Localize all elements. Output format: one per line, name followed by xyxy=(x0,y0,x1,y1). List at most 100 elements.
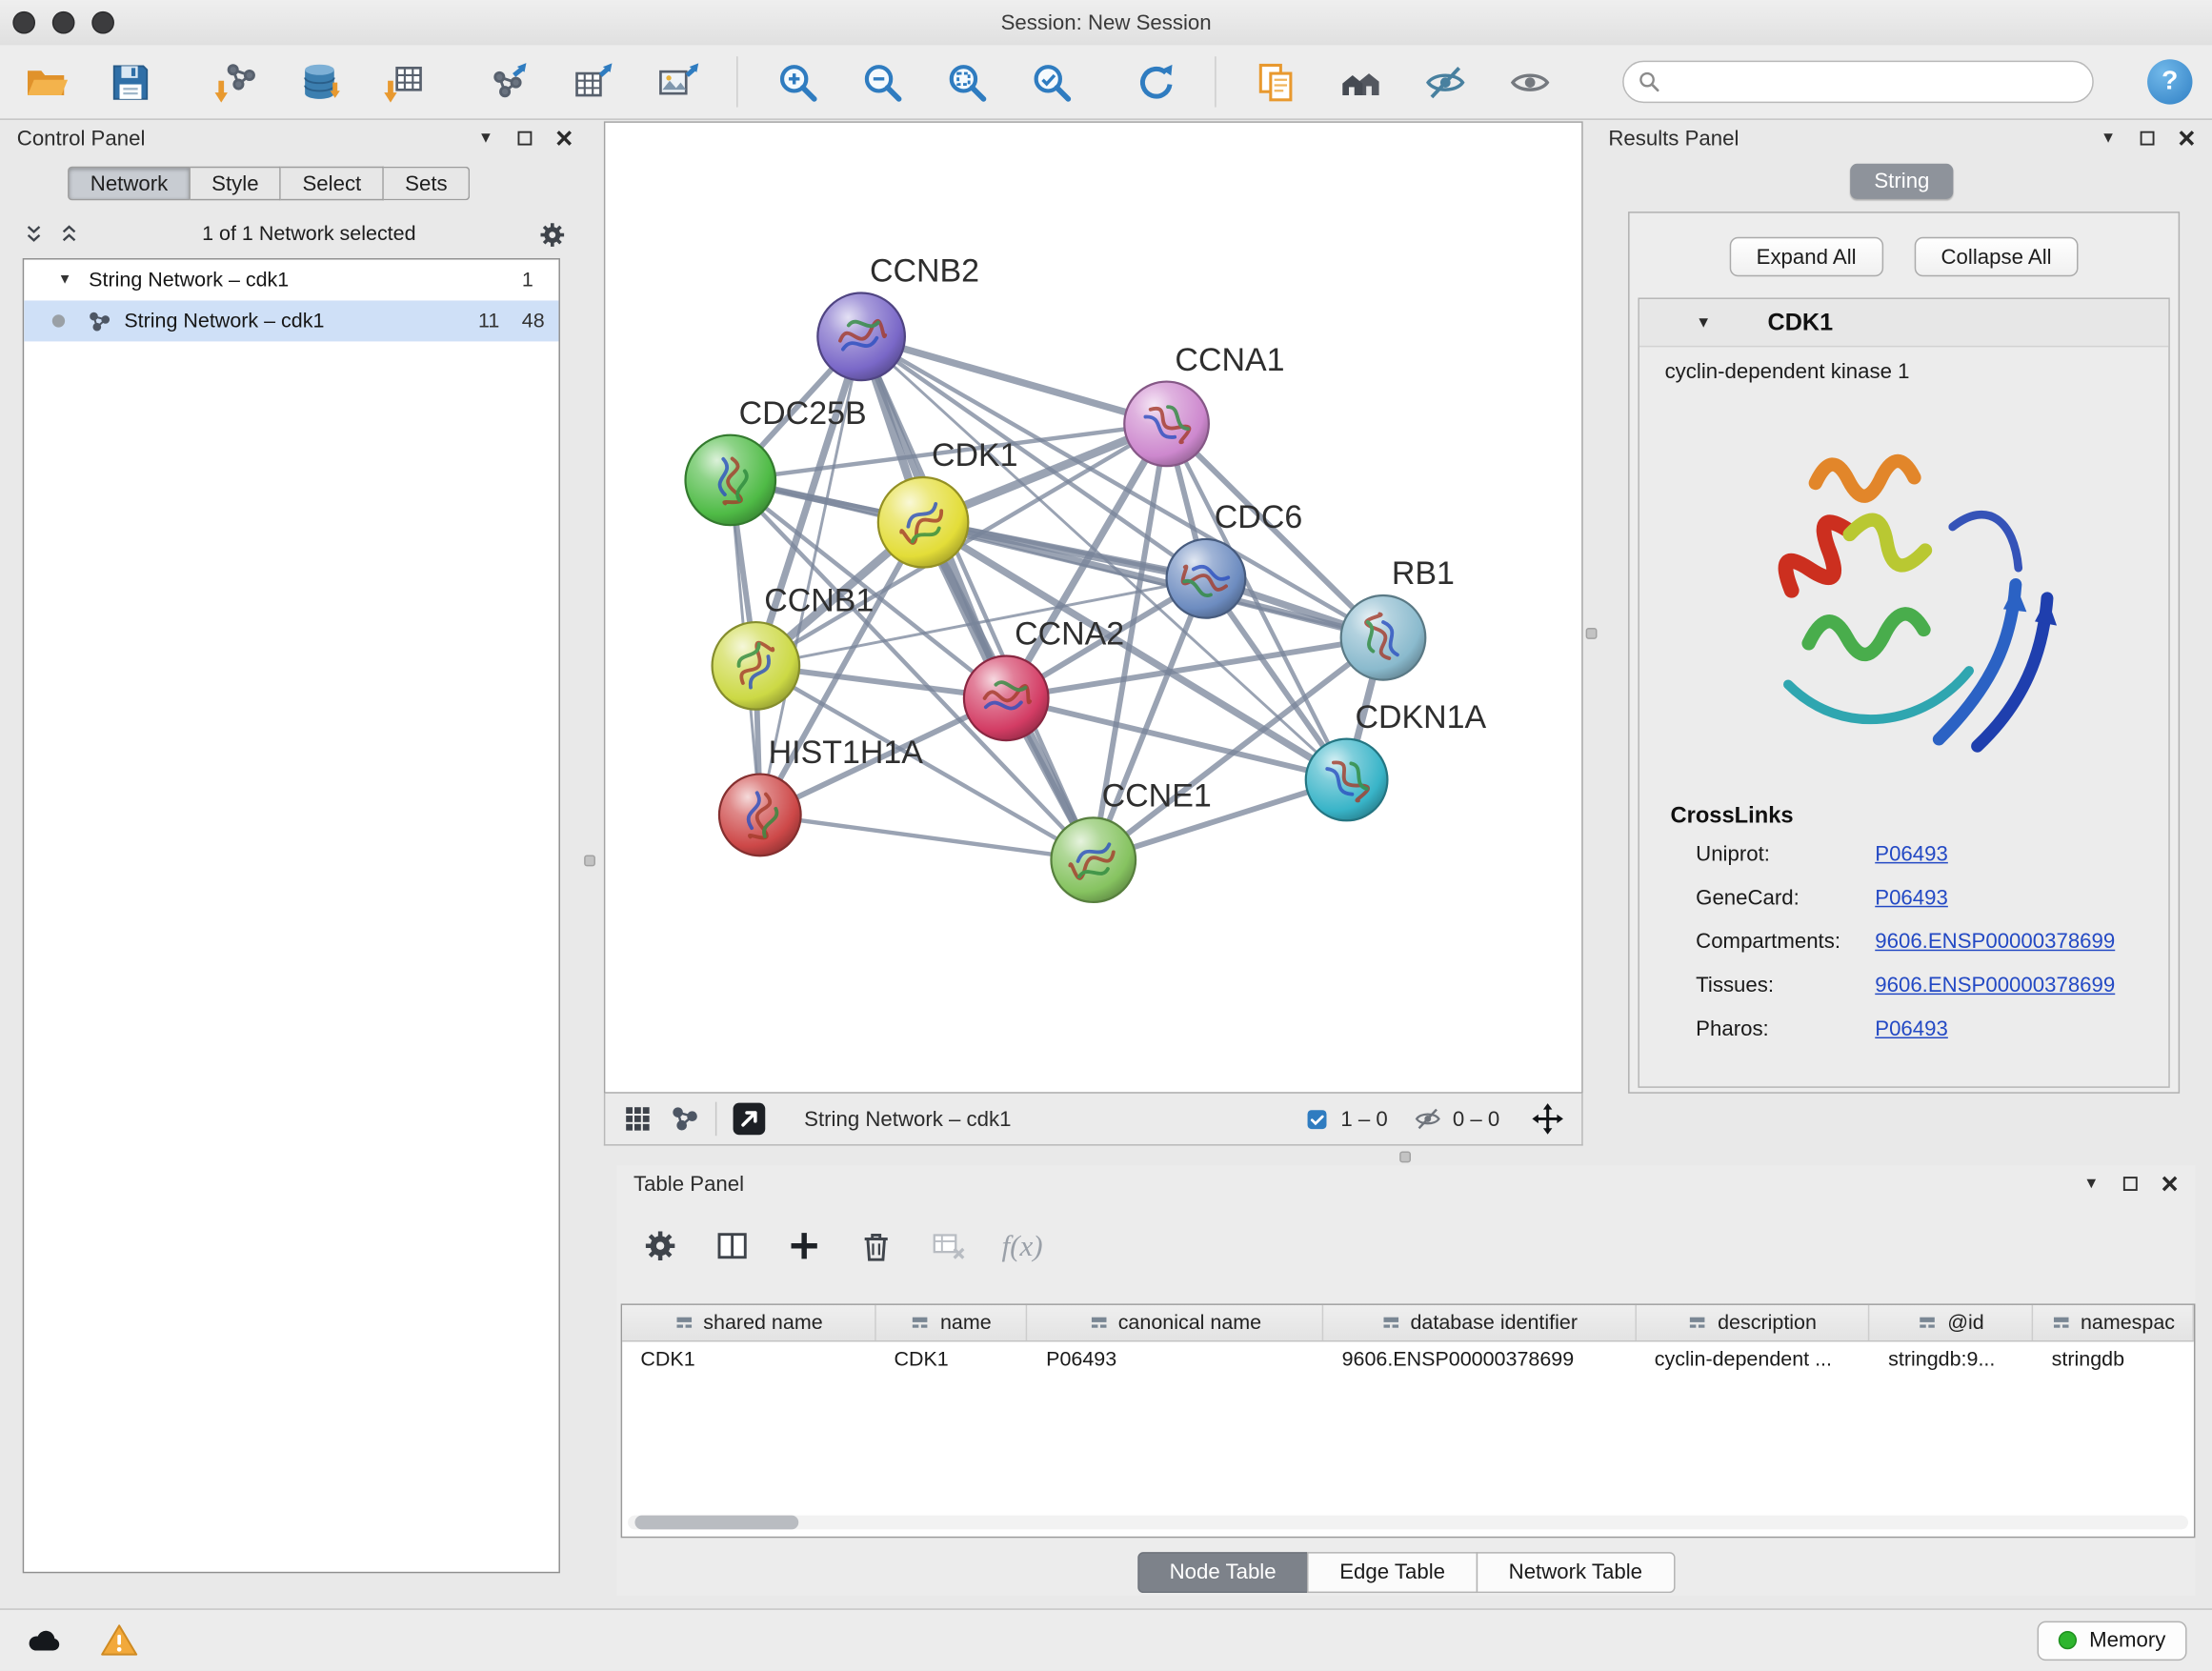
column-header-description[interactable]: description xyxy=(1637,1305,1870,1340)
memory-button[interactable]: Memory xyxy=(2037,1621,2186,1660)
network-node-CDC6[interactable]: CDC6 xyxy=(1167,499,1303,618)
network-node-HIST1H1A[interactable]: HIST1H1A xyxy=(719,735,923,856)
panel-menu-icon[interactable]: ▼ xyxy=(2101,130,2116,147)
close-panel-icon[interactable]: × xyxy=(2161,1169,2178,1198)
network-node-RB1[interactable]: RB1 xyxy=(1341,555,1455,679)
tab-sets[interactable]: Sets xyxy=(384,167,470,201)
column-header-shared-name[interactable]: shared name xyxy=(622,1305,875,1340)
save-session-button[interactable] xyxy=(105,55,155,109)
table-row[interactable]: CDK1CDK1P064939606.ENSP00000378699cyclin… xyxy=(622,1341,2194,1379)
network-node-CCNA1[interactable]: CCNA1 xyxy=(1124,342,1284,466)
help-button[interactable]: ? xyxy=(2147,59,2192,104)
network-edge[interactable] xyxy=(861,336,1094,859)
minimize-window-button[interactable] xyxy=(52,11,75,34)
cloud-icon[interactable] xyxy=(26,1621,64,1660)
network-node-CDKN1A[interactable]: CDKN1A xyxy=(1306,699,1487,820)
horizontal-splitter-grip[interactable] xyxy=(1399,1151,1411,1162)
panel-menu-icon[interactable]: ▼ xyxy=(2083,1176,2099,1193)
expand-all-icon[interactable] xyxy=(58,223,81,246)
vertical-splitter-grip[interactable] xyxy=(1586,628,1598,639)
table-tab-network-table[interactable]: Network Table xyxy=(1477,1552,1675,1593)
crosslink-value-link[interactable]: P06493 xyxy=(1875,886,1948,910)
hide-graphics-details-button[interactable] xyxy=(1419,55,1470,109)
home-button[interactable] xyxy=(1335,55,1385,109)
panel-menu-icon[interactable]: ▼ xyxy=(478,130,493,147)
import-network-file-button[interactable] xyxy=(209,55,259,109)
close-window-button[interactable] xyxy=(12,11,35,34)
network-node-CCNE1[interactable]: CCNE1 xyxy=(1051,778,1211,902)
tree-expand-icon[interactable]: ▼ xyxy=(58,272,72,288)
zoom-selected-button[interactable] xyxy=(1026,55,1076,109)
expand-all-button[interactable]: Expand All xyxy=(1729,237,1882,276)
tab-select[interactable]: Select xyxy=(281,167,384,201)
table-cell[interactable]: stringdb xyxy=(2033,1341,2194,1379)
table-options-gear-icon[interactable] xyxy=(642,1227,679,1264)
crosslink-value-link[interactable]: P06493 xyxy=(1875,1017,1948,1041)
import-table-button[interactable] xyxy=(378,55,429,109)
table-cell[interactable]: CDK1 xyxy=(622,1341,875,1379)
selected-checkbox-icon[interactable] xyxy=(1305,1107,1329,1131)
scrollbar-thumb[interactable] xyxy=(634,1516,798,1530)
table-cell[interactable]: P06493 xyxy=(1028,1341,1323,1379)
import-network-database-icon xyxy=(297,60,341,104)
crosslink-value-link[interactable]: P06493 xyxy=(1875,842,1948,866)
horizontal-scrollbar[interactable] xyxy=(628,1516,2188,1530)
function-builder-icon[interactable]: f(x) xyxy=(1002,1228,1043,1263)
export-table-button[interactable] xyxy=(567,55,617,109)
zoom-in-button[interactable] xyxy=(772,55,822,109)
tab-string[interactable]: String xyxy=(1850,164,1953,199)
float-panel-icon[interactable] xyxy=(2121,1174,2141,1194)
warning-icon[interactable] xyxy=(100,1621,138,1660)
export-network-button[interactable] xyxy=(483,55,533,109)
share-view-icon[interactable] xyxy=(670,1103,701,1135)
column-header-database-identifier[interactable]: database identifier xyxy=(1323,1305,1636,1340)
table-tab-edge-table[interactable]: Edge Table xyxy=(1307,1552,1478,1593)
collapse-all-icon[interactable] xyxy=(23,223,46,246)
column-header-name[interactable]: name xyxy=(875,1305,1028,1340)
add-column-icon[interactable] xyxy=(786,1227,823,1264)
close-panel-icon[interactable]: × xyxy=(555,124,573,153)
show-graphics-details-button[interactable] xyxy=(1504,55,1555,109)
hidden-eye-slash-icon[interactable] xyxy=(1413,1105,1441,1134)
vertical-splitter-grip[interactable] xyxy=(584,855,595,866)
show-columns-icon[interactable] xyxy=(714,1227,751,1264)
crosslink-value-link[interactable]: 9606.ENSP00000378699 xyxy=(1875,974,2115,997)
clipboard-button[interactable] xyxy=(1250,55,1300,109)
open-session-button[interactable] xyxy=(20,55,70,109)
network-node-CCNB1[interactable]: CCNB1 xyxy=(713,582,875,709)
network-options-gear-icon[interactable] xyxy=(537,219,567,249)
import-network-database-button[interactable] xyxy=(293,55,344,109)
tab-style[interactable]: Style xyxy=(191,167,281,201)
column-header-namespac[interactable]: namespac xyxy=(2033,1305,2194,1340)
tab-network[interactable]: Network xyxy=(68,167,191,201)
table-cell[interactable]: cyclin-dependent ... xyxy=(1636,1341,1869,1379)
float-panel-icon[interactable] xyxy=(2137,129,2157,149)
network-graph[interactable]: CCNB2CCNA1CDC25BCDK1CDC6RB1CCNB1CCNA2CDK… xyxy=(605,123,1581,1092)
network-canvas[interactable]: CCNB2CCNA1CDC25BCDK1CDC6RB1CCNB1CCNA2CDK… xyxy=(604,121,1583,1093)
crosslink-value-link[interactable]: 9606.ENSP00000378699 xyxy=(1875,930,2115,954)
section-collapse-icon[interactable]: ▼ xyxy=(1696,314,1711,332)
search-input[interactable] xyxy=(1622,61,2094,103)
zoom-out-button[interactable] xyxy=(856,55,907,109)
pan-move-icon[interactable] xyxy=(1531,1102,1565,1137)
close-panel-icon[interactable]: × xyxy=(2178,124,2195,153)
column-header-canonical-name[interactable]: canonical name xyxy=(1028,1305,1323,1340)
delete-column-icon[interactable] xyxy=(857,1227,895,1264)
network-collection-row[interactable]: ▼ String Network – cdk1 1 xyxy=(24,260,558,301)
gene-section-header[interactable]: ▼ CDK1 xyxy=(1639,299,2168,347)
float-panel-icon[interactable] xyxy=(514,129,534,149)
table-cell[interactable]: 9606.ENSP00000378699 xyxy=(1323,1341,1636,1379)
table-cell[interactable]: stringdb:9... xyxy=(1870,1341,2033,1379)
collapse-all-button[interactable]: Collapse All xyxy=(1914,237,2078,276)
column-header--id[interactable]: @id xyxy=(1870,1305,2033,1340)
table-cell[interactable]: CDK1 xyxy=(875,1341,1028,1379)
external-link-icon[interactable] xyxy=(731,1100,768,1137)
grid-view-icon[interactable] xyxy=(622,1103,654,1135)
export-image-button[interactable] xyxy=(652,55,702,109)
apply-layout-button[interactable] xyxy=(1130,55,1180,109)
network-edge[interactable] xyxy=(760,815,1094,859)
network-row[interactable]: String Network – cdk1 11 48 xyxy=(24,300,558,341)
zoom-window-button[interactable] xyxy=(91,11,114,34)
zoom-fit-button[interactable] xyxy=(941,55,992,109)
table-tab-node-table[interactable]: Node Table xyxy=(1137,1552,1309,1593)
